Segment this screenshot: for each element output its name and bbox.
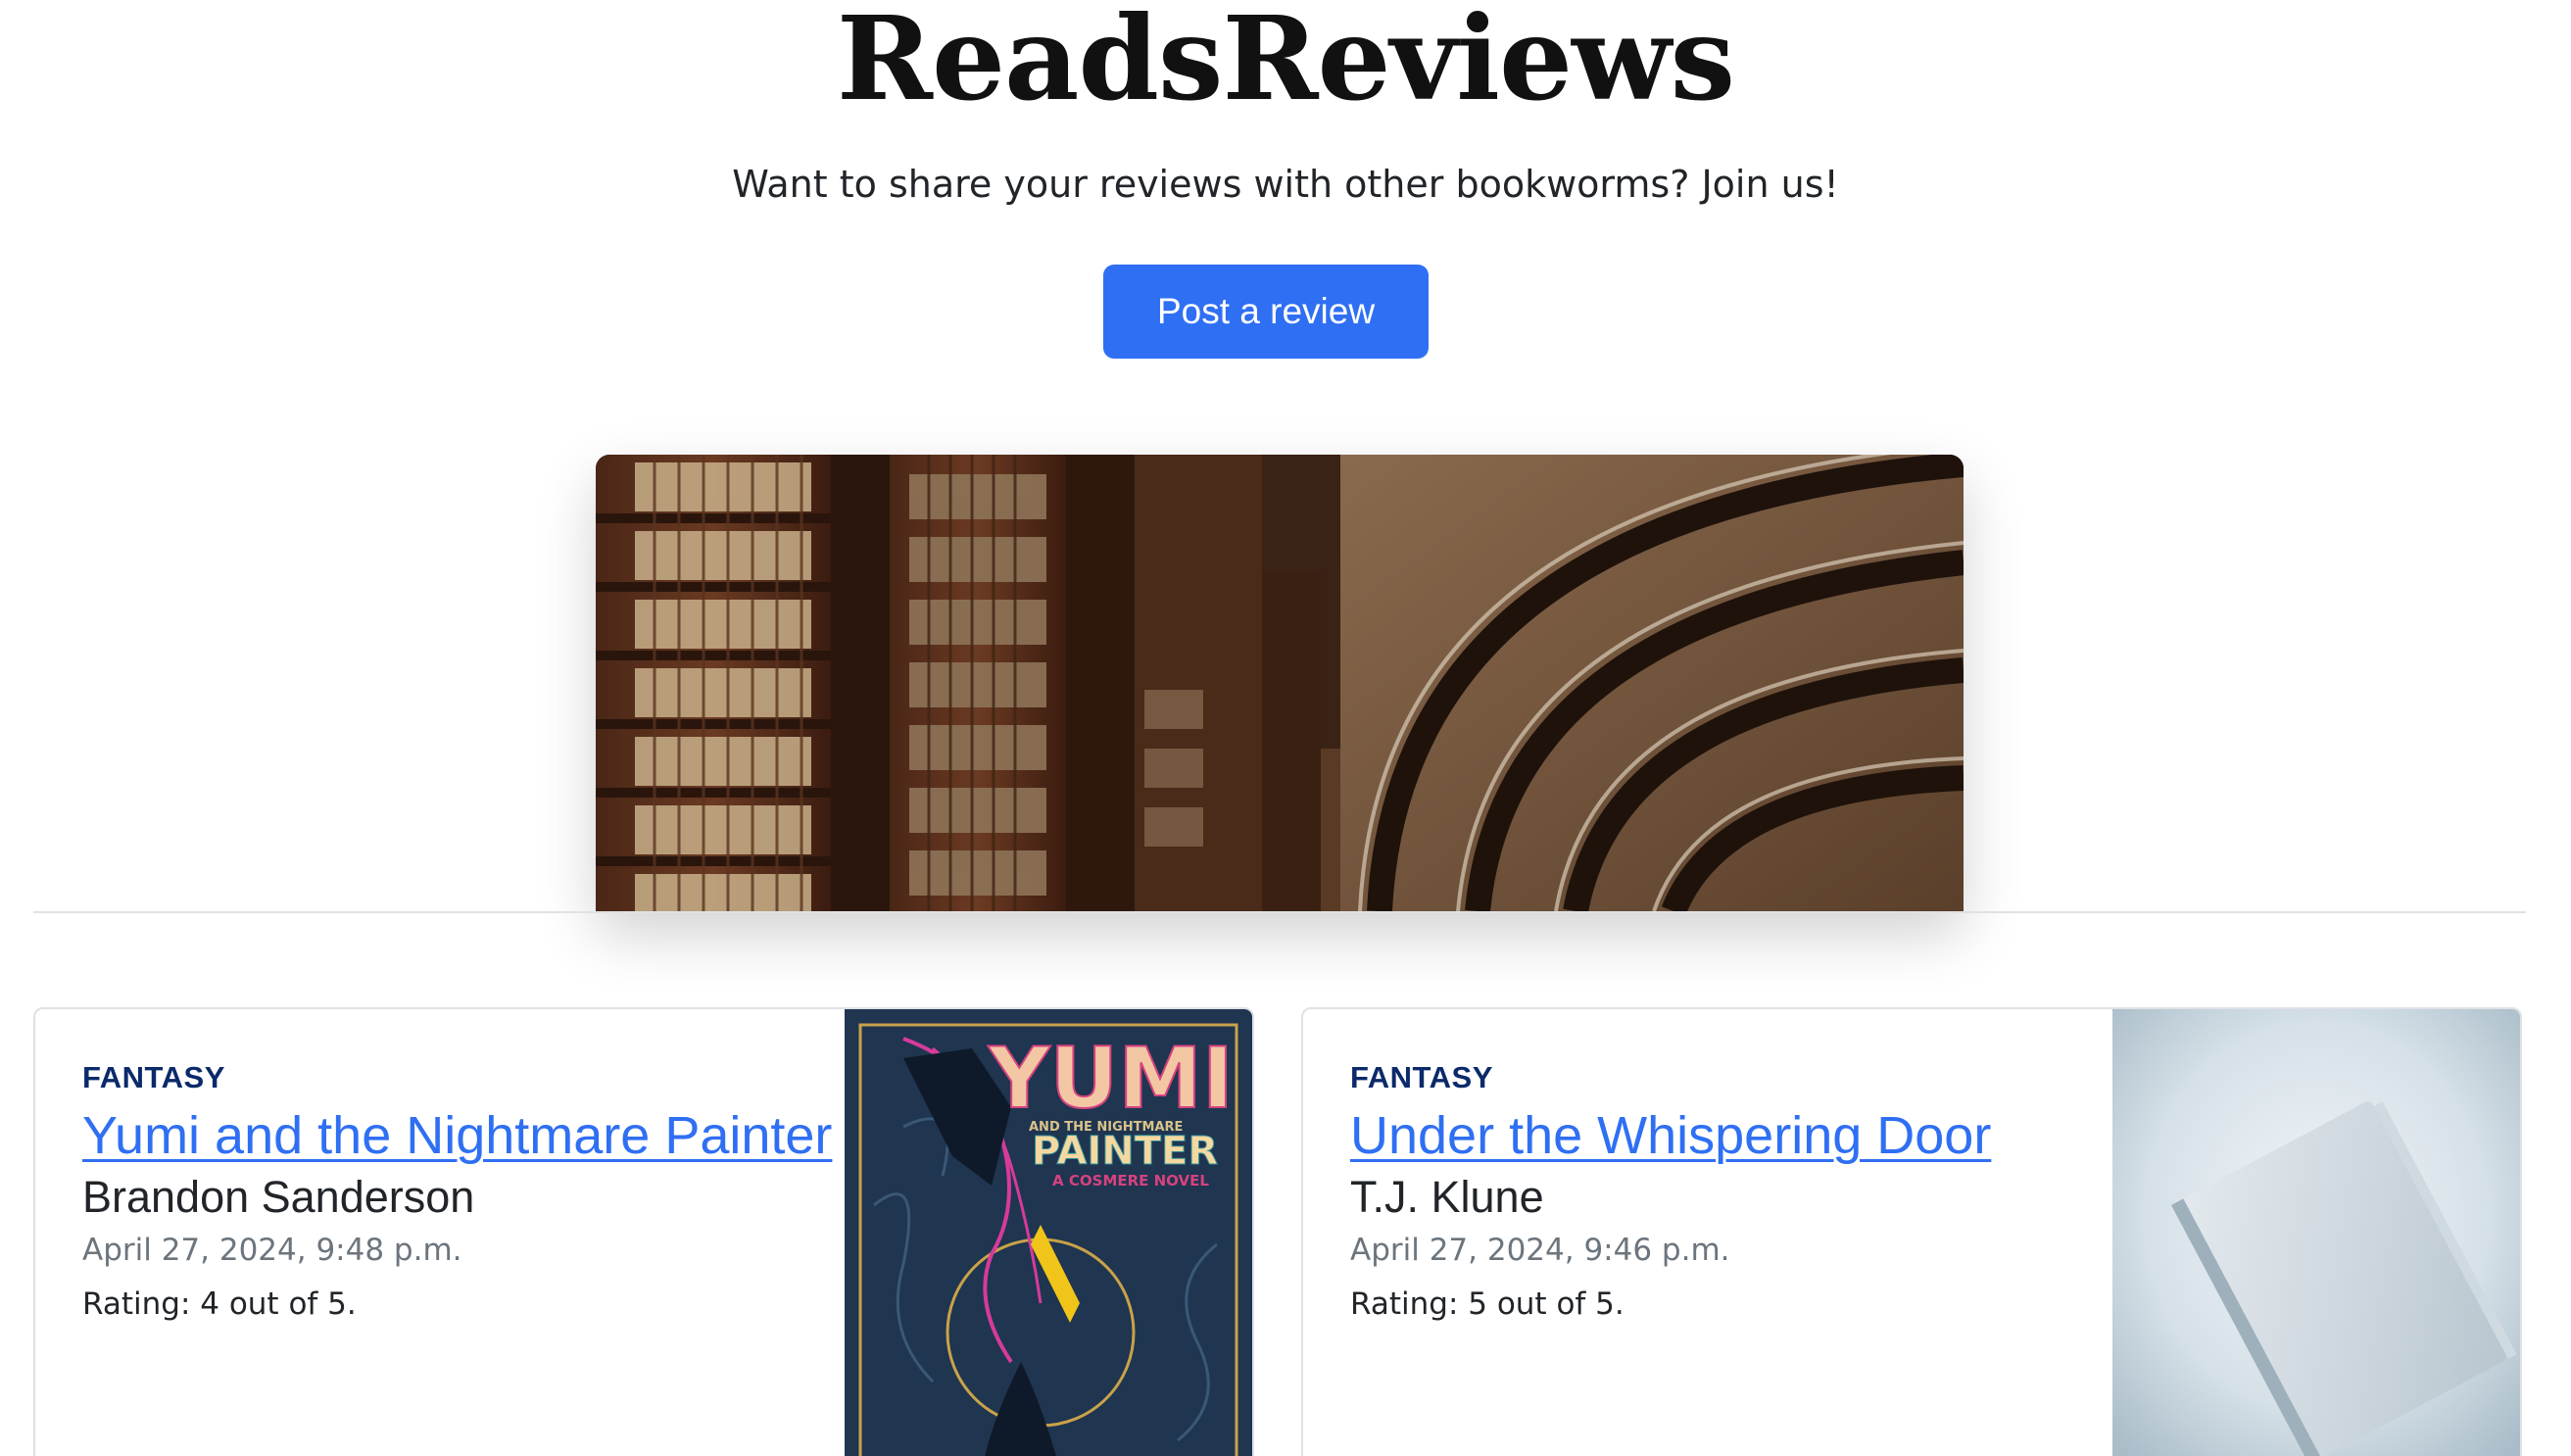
page: ReadsReviews Want to share your reviews … — [0, 0, 2571, 1456]
review-author: T.J. Klune — [1350, 1172, 1544, 1222]
review-date: April 27, 2024, 9:48 p.m. — [82, 1233, 462, 1268]
review-card-body: FANTASY Under the Whispering Door T.J. K… — [1350, 1058, 2114, 1327]
cover-title-line2: PAINTER — [1032, 1129, 1218, 1174]
post-review-button[interactable]: Post a review — [1103, 265, 1429, 359]
book-cover-image: YUMI AND THE NIGHTMARE PAINTER A COSMERE… — [845, 1009, 1252, 1456]
book-cover-image — [2112, 1009, 2520, 1456]
review-card: FANTASY Yumi and the Nightmare Painter B… — [33, 1007, 1254, 1456]
library-illustration — [596, 455, 1964, 911]
review-card: FANTASY Under the Whispering Door T.J. K… — [1301, 1007, 2522, 1456]
section-divider — [33, 911, 2526, 913]
review-card-body: FANTASY Yumi and the Nightmare Painter B… — [82, 1058, 847, 1327]
review-title-link[interactable]: Under the Whispering Door — [1350, 1103, 2114, 1168]
hero-section: ReadsReviews Want to share your reviews … — [0, 0, 2571, 911]
review-author: Brandon Sanderson — [82, 1172, 475, 1222]
review-category: FANTASY — [1350, 1060, 1493, 1094]
review-rating: Rating: 5 out of 5. — [1350, 1286, 1625, 1322]
yumi-cover-illustration: YUMI AND THE NIGHTMARE PAINTER A COSMERE… — [845, 1009, 1252, 1456]
cover-title-line1: YUMI — [988, 1030, 1234, 1128]
hero-tagline: Want to share your reviews with other bo… — [732, 163, 1839, 206]
site-title: ReadsReviews — [836, 0, 1735, 126]
review-date: April 27, 2024, 9:46 p.m. — [1350, 1233, 1730, 1268]
review-title-link[interactable]: Yumi and the Nightmare Painter — [82, 1103, 847, 1168]
blank-book-placeholder — [2112, 1009, 2520, 1456]
review-category: FANTASY — [82, 1060, 225, 1094]
hero-library-image — [596, 455, 1964, 911]
review-rating: Rating: 4 out of 5. — [82, 1286, 357, 1322]
cover-series: A COSMERE NOVEL — [1052, 1172, 1209, 1189]
